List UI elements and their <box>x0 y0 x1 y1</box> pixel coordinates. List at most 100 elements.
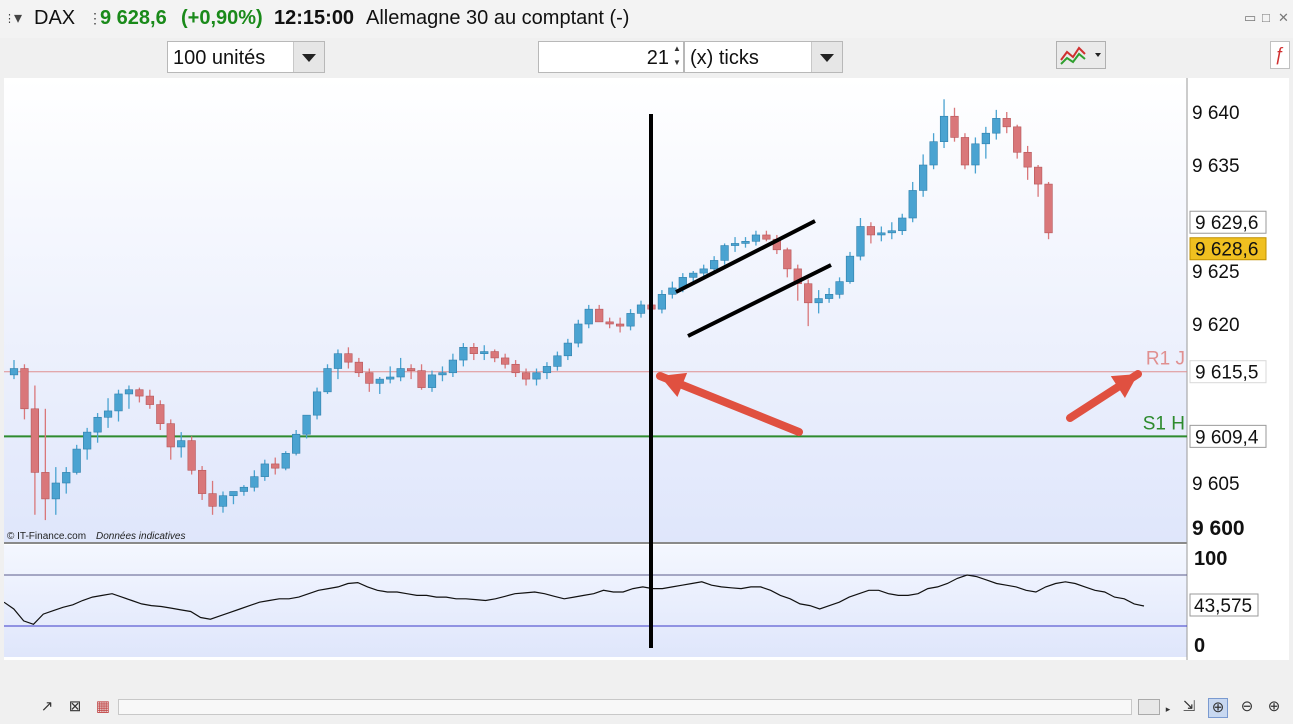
crosshair-tool-icon[interactable]: ⊠ <box>66 698 84 716</box>
r1-price-label: 9 615,5 <box>1195 363 1258 384</box>
chevron-down-icon[interactable] <box>293 42 324 72</box>
fit-chart-icon[interactable]: ⇲ <box>1180 698 1198 716</box>
close-icon[interactable]: ✕ <box>1278 10 1289 26</box>
price-chart[interactable]: R1 J S1 H 9 640 9 635 9 625 9 620 9 605 9 600 9… <box>3 78 1289 688</box>
candle-body <box>898 217 907 232</box>
function-icon: ƒ <box>1274 44 1285 64</box>
period-select[interactable]: (x) ticks <box>684 41 843 73</box>
chart-area[interactable]: R1 J S1 H 9 640 9 635 9 625 9 620 9 605 9 600 9… <box>3 78 1289 688</box>
candle-body <box>438 372 447 376</box>
candle-body <box>1034 166 1043 185</box>
candle-body <box>929 141 938 166</box>
candle-body <box>741 241 750 244</box>
drawing-tool-icon[interactable]: ▦ <box>94 698 112 716</box>
candle-body <box>490 351 499 359</box>
candle-body <box>939 115 949 142</box>
candle-body <box>427 374 437 388</box>
candle-body <box>208 493 217 507</box>
zoom-area-icon[interactable]: ⊕ <box>1208 698 1228 718</box>
candle-body <box>668 287 677 295</box>
s1-price-label: 9 609,4 <box>1195 427 1259 448</box>
change-label: (+0,90%) <box>181 7 263 29</box>
watermark: © IT-Finance.com <box>7 531 86 542</box>
s1-level-label: S1 H <box>1143 413 1185 434</box>
title-bar: ⋮ ▾ DAX ⋮ 9 628,6 (+0,90%) 12:15:00 Alle… <box>0 0 1293 38</box>
candle-body <box>762 234 771 240</box>
candle-body <box>605 321 614 325</box>
candle-body <box>156 404 165 424</box>
candle-body <box>9 368 19 376</box>
bottom-toolbar: ↗ ⊠ ▦ ◂ ▸ ⇲ ⊕ ⊖ ⊕ <box>0 694 1293 724</box>
watermark-note: Données indicatives <box>96 531 186 542</box>
maximize-icon[interactable]: □ <box>1262 10 1270 25</box>
candle-body <box>689 272 698 278</box>
candle-body <box>103 410 113 418</box>
y-tick-label: 9 605 <box>1192 474 1240 495</box>
candle-body <box>20 368 29 410</box>
units-select-value: 100 unités <box>173 47 266 69</box>
candle-body <box>511 363 520 374</box>
y-tick-label: 9 635 <box>1192 156 1240 177</box>
candle-body <box>1002 118 1011 128</box>
candle-body <box>333 353 343 369</box>
candle-body <box>636 304 646 314</box>
candle-body <box>166 423 175 448</box>
candle-body <box>919 164 928 191</box>
candle-body <box>710 260 719 270</box>
chart-type-icon <box>1060 46 1101 65</box>
candle-body <box>51 482 60 500</box>
cursor-tool-icon[interactable]: ↗ <box>38 698 56 716</box>
candle-body <box>386 376 395 380</box>
ticks-spinner-value[interactable]: 21 <box>647 47 669 70</box>
candle-body <box>521 372 531 380</box>
candle-body <box>783 249 792 270</box>
candle-body <box>856 226 865 257</box>
candle-body <box>93 416 102 433</box>
zoom-in-icon[interactable]: ⊕ <box>1265 698 1283 716</box>
zoom-out-icon[interactable]: ⊖ <box>1238 698 1256 716</box>
oscillator-panel <box>4 545 1187 657</box>
candle-body <box>365 372 374 384</box>
indicator-button[interactable]: ƒ <box>1270 41 1290 69</box>
candle-body <box>354 361 363 374</box>
candle-body <box>720 245 729 261</box>
scrollbar-thumb[interactable] <box>1138 699 1160 715</box>
candle-body <box>1023 151 1032 168</box>
candle-body <box>950 115 959 138</box>
candle-body <box>877 232 886 236</box>
chart-type-button[interactable] <box>1056 41 1106 69</box>
candle-body <box>532 372 541 380</box>
candle-body <box>824 294 834 299</box>
scrollbar-track[interactable] <box>118 699 1132 715</box>
candle-body <box>114 393 123 412</box>
candle-body <box>887 230 896 234</box>
units-select[interactable]: 100 unités <box>167 41 325 73</box>
ticks-spinner[interactable]: 21 ▲ ▼ <box>538 41 684 73</box>
candle-body <box>804 283 813 304</box>
minimize-icon[interactable]: ▭ <box>1244 10 1256 26</box>
period-select-value: (x) ticks <box>690 47 759 69</box>
osc-y-tick-label: 100 <box>1194 548 1227 570</box>
candle-body <box>626 313 635 327</box>
chevron-down-icon[interactable] <box>811 42 842 72</box>
candle-body <box>198 469 207 494</box>
y-tick-label: 9 625 <box>1192 262 1240 283</box>
candle-body <box>595 308 604 323</box>
time-label: 12:15:00 <box>274 7 355 29</box>
candle-body <box>281 453 290 469</box>
spinner-arrows-icon[interactable]: ▲ ▼ <box>671 42 683 72</box>
y-tick-label: 9 620 <box>1192 315 1240 336</box>
candle-body <box>1044 183 1053 234</box>
scroll-right-icon[interactable]: ▸ <box>1162 700 1174 714</box>
symbol-label[interactable]: DAX <box>34 7 75 30</box>
candle-body <box>553 355 562 367</box>
candle-body <box>72 448 81 473</box>
candle-body <box>229 491 238 497</box>
chart-menu-dropdown-icon[interactable]: ▾ <box>14 8 22 28</box>
candle-body <box>615 323 625 327</box>
candle-body <box>344 353 353 363</box>
candle-body <box>62 472 71 484</box>
candle-body <box>417 370 426 388</box>
candle-body <box>1013 126 1022 153</box>
candle-body <box>448 359 458 374</box>
